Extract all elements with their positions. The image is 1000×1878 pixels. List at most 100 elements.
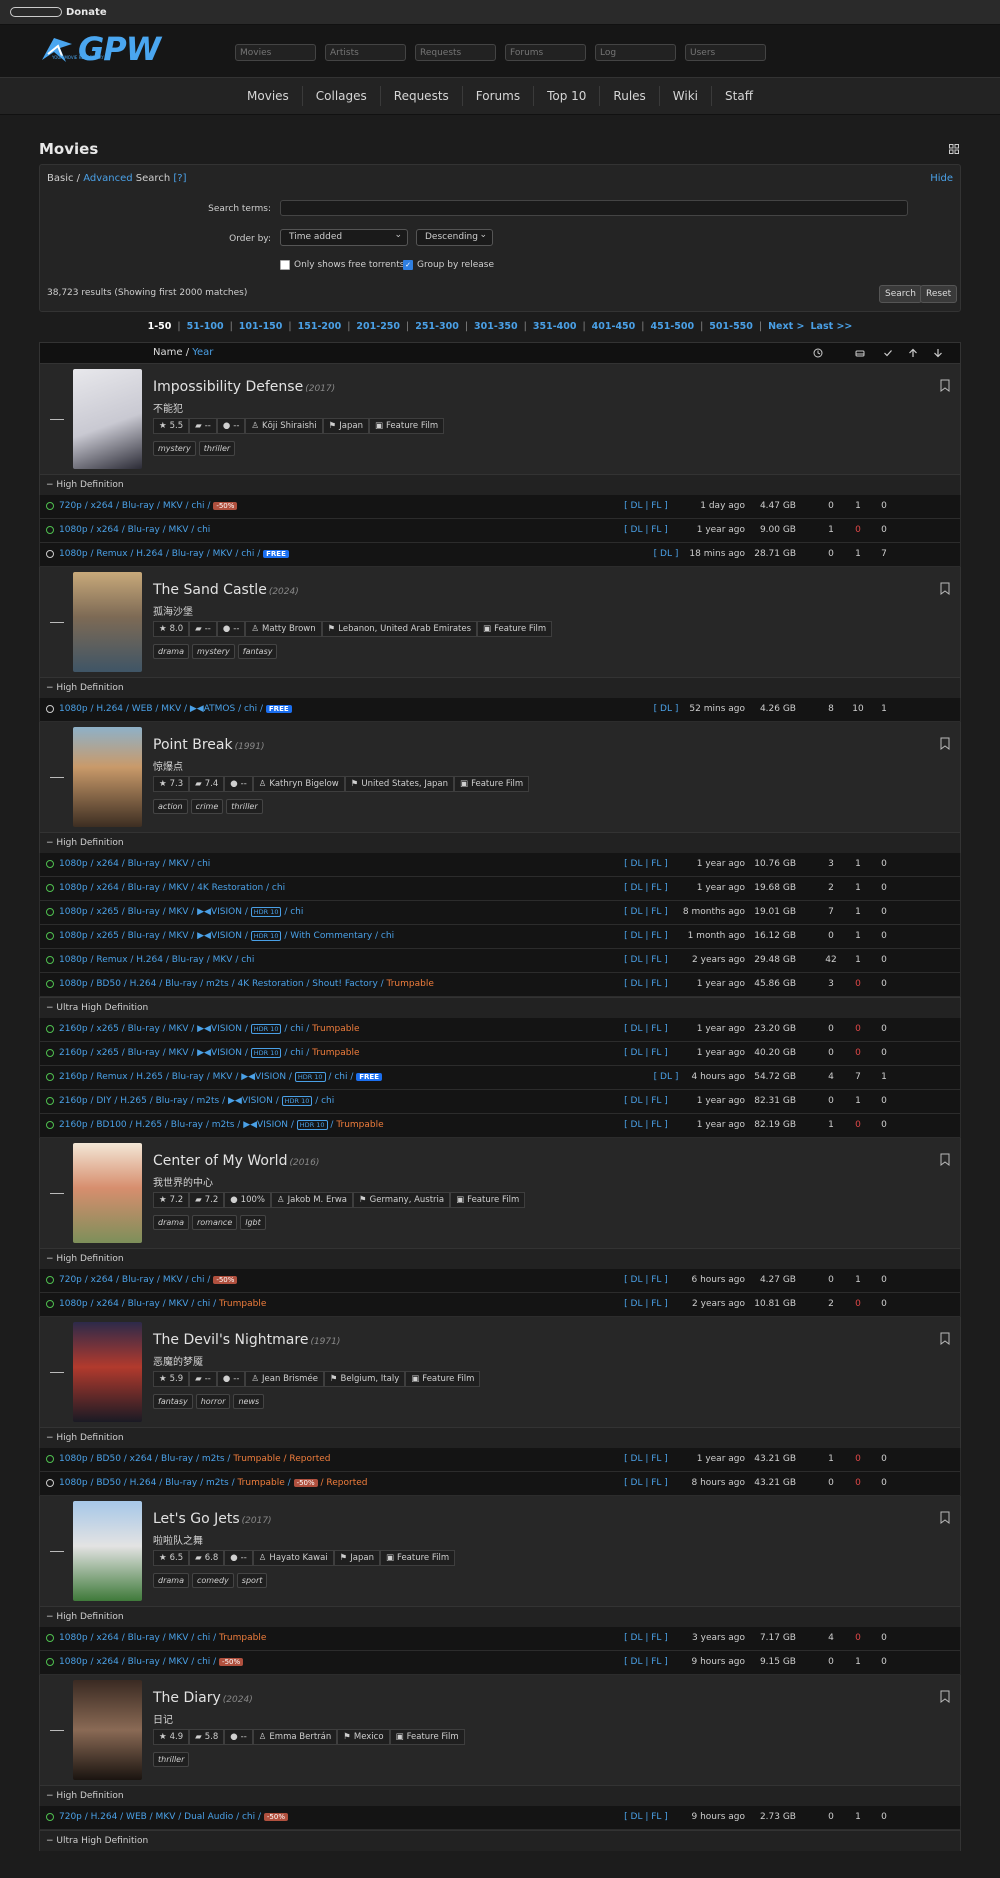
order-by-select[interactable]: Time added xyxy=(280,229,408,246)
page-link[interactable]: 401-450 xyxy=(592,321,636,332)
movie-title-text[interactable]: Let's Go Jets xyxy=(153,1511,240,1527)
movie-poster[interactable] xyxy=(73,572,142,672)
country[interactable]: ⚑ Lebanon, United Arab Emirates xyxy=(321,621,478,637)
movie-title[interactable]: Impossibility Defense (2017) xyxy=(153,379,335,395)
director[interactable]: ♙ Hayato Kawai xyxy=(252,1550,334,1566)
director[interactable]: ♙ Kathryn Bigelow xyxy=(252,776,345,792)
donate-link[interactable]: Donate xyxy=(66,7,107,18)
group-release-box[interactable]: ✓ xyxy=(403,260,413,270)
movie-title[interactable]: The Sand Castle (2024) xyxy=(153,582,299,598)
torrent-format[interactable]: 1080p / x264 / Blu-ray / MKV / chi / xyxy=(59,1657,219,1667)
free-only-checkbox[interactable]: Only shows free torrents xyxy=(280,260,404,270)
torrent-name[interactable]: 720p / H.264 / WEB / MKV / Dual Audio / … xyxy=(59,1812,288,1822)
torrent-format[interactable]: 720p / H.264 / WEB / MKV / Dual Audio / … xyxy=(59,1812,264,1822)
movie-poster[interactable] xyxy=(73,1143,142,1243)
torrent-format[interactable]: 1080p / x265 / Blu-ray / MKV / ▶◀VISION … xyxy=(59,931,251,941)
collapse-icon[interactable]: − xyxy=(46,683,56,693)
director[interactable]: ♙ Jean Brismée xyxy=(245,1371,324,1387)
tag[interactable]: drama xyxy=(153,1215,189,1230)
collapse-toggle[interactable] xyxy=(50,622,64,623)
grid-view-icon[interactable] xyxy=(949,144,959,154)
torrent-format[interactable]: 1080p / Remux / H.264 / Blu-ray / MKV / … xyxy=(59,549,263,559)
tag[interactable]: mystery xyxy=(191,644,235,659)
collapse-icon[interactable]: − xyxy=(46,1254,56,1264)
nav-wiki[interactable]: Wiki xyxy=(660,86,713,106)
nav-requests[interactable]: Requests xyxy=(381,86,463,106)
torrent-name[interactable]: 1080p / Remux / H.264 / Blu-ray / MKV / … xyxy=(59,549,289,559)
movie-poster[interactable] xyxy=(73,1322,142,1422)
resolution-group[interactable]: − High Definition xyxy=(39,474,961,495)
movie-title-text[interactable]: The Devil's Nightmare xyxy=(153,1332,308,1348)
torrent-name[interactable]: 720p / x264 / Blu-ray / MKV / chi / -50% xyxy=(59,1275,238,1285)
nav-rules[interactable]: Rules xyxy=(600,86,660,106)
torrent-format[interactable]: 720p / x264 / Blu-ray / MKV / chi / xyxy=(59,1275,213,1285)
quick-search-forums[interactable] xyxy=(505,44,586,61)
nav-staff[interactable]: Staff xyxy=(712,86,766,106)
director[interactable]: ♙ Kōji Shiraishi xyxy=(245,418,323,434)
movie-title[interactable]: The Devil's Nightmare (1971) xyxy=(153,1332,340,1348)
tag[interactable]: thriller xyxy=(226,799,263,814)
torrent-format[interactable]: 720p / x264 / Blu-ray / MKV / chi / xyxy=(59,501,213,511)
torrent-format[interactable]: 1080p / x264 / Blu-ray / MKV / chi / xyxy=(59,1633,219,1643)
collapse-toggle[interactable] xyxy=(50,1551,64,1552)
page-link[interactable]: 201-250 xyxy=(356,321,400,332)
torrent-name[interactable]: 1080p / BD50 / H.264 / Blu-ray / m2ts / … xyxy=(59,979,434,989)
resolution-group[interactable]: − High Definition xyxy=(39,1248,961,1269)
movie-poster[interactable] xyxy=(73,1680,142,1780)
tag[interactable]: fantasy xyxy=(237,644,278,659)
country[interactable]: ⚑ Germany, Austria xyxy=(353,1192,451,1208)
page-next[interactable]: Next > xyxy=(768,321,804,332)
tag[interactable]: drama xyxy=(153,1573,189,1588)
movie-title[interactable]: The Diary (2024) xyxy=(153,1690,253,1706)
torrent-name[interactable]: 2160p / DIY / H.265 / Blu-ray / m2ts / ▶… xyxy=(59,1096,334,1106)
torrent-name[interactable]: 2160p / BD100 / H.265 / Blu-ray / m2ts /… xyxy=(59,1120,384,1130)
country[interactable]: ⚑ Mexico xyxy=(337,1729,390,1745)
torrent-format-extra[interactable]: / chi xyxy=(281,907,303,917)
torrent-name[interactable]: 1080p / H.264 / WEB / MKV / ▶◀ATMOS / ch… xyxy=(59,704,292,714)
torrent-name[interactable]: 1080p / x264 / Blu-ray / MKV / chi xyxy=(59,859,210,869)
nav-forums[interactable]: Forums xyxy=(463,86,535,106)
movie-title-text[interactable]: Impossibility Defense xyxy=(153,379,303,395)
movie-title-text[interactable]: Point Break xyxy=(153,737,233,753)
sort-name[interactable]: Name xyxy=(153,347,183,358)
torrent-format[interactable]: 1080p / x264 / Blu-ray / MKV / chi xyxy=(59,525,210,535)
torrent-format[interactable]: 1080p / x264 / Blu-ray / MKV / chi / xyxy=(59,1299,219,1309)
torrent-format[interactable]: 1080p / x264 / Blu-ray / MKV / chi xyxy=(59,859,210,869)
torrent-format[interactable]: 2160p / DIY / H.265 / Blu-ray / m2ts / ▶… xyxy=(59,1096,282,1106)
seeders-icon[interactable] xyxy=(908,348,918,358)
resolution-group[interactable]: − Ultra High Definition xyxy=(39,997,961,1018)
torrent-name[interactable]: 1080p / x264 / Blu-ray / MKV / chi / Tru… xyxy=(59,1633,266,1643)
nav-top-10[interactable]: Top 10 xyxy=(534,86,601,106)
page-link[interactable]: 301-350 xyxy=(474,321,518,332)
collapse-toggle[interactable] xyxy=(50,1193,64,1194)
tag[interactable]: thriller xyxy=(198,441,236,456)
bookmark-icon[interactable] xyxy=(940,737,950,750)
tag[interactable]: fantasy xyxy=(153,1394,193,1409)
torrent-format-extra[interactable]: / chi / xyxy=(326,1072,357,1082)
resolution-group[interactable]: − Ultra High Definition xyxy=(39,1830,961,1851)
tag[interactable]: sport xyxy=(236,1573,268,1588)
torrent-name[interactable]: 1080p / x264 / Blu-ray / MKV / chi xyxy=(59,525,210,535)
collapse-icon[interactable]: − xyxy=(46,1612,56,1622)
torrent-format[interactable]: 2160p / BD100 / H.265 / Blu-ray / m2ts /… xyxy=(59,1120,297,1130)
country[interactable]: ⚑ United States, Japan xyxy=(344,776,455,792)
torrent-format[interactable]: 2160p / x265 / Blu-ray / MKV / ▶◀VISION … xyxy=(59,1048,251,1058)
collapse-icon[interactable]: − xyxy=(46,838,56,848)
movie-title-text[interactable]: The Sand Castle xyxy=(153,582,267,598)
page-link[interactable]: 351-400 xyxy=(533,321,577,332)
search-terms-input[interactable] xyxy=(280,200,908,216)
tag[interactable]: thriller xyxy=(153,1752,190,1767)
bookmark-icon[interactable] xyxy=(940,1153,950,1166)
torrent-name[interactable]: 720p / x264 / Blu-ray / MKV / chi / -50% xyxy=(59,501,238,511)
group-release-checkbox[interactable]: ✓ Group by release xyxy=(403,260,494,270)
resolution-group[interactable]: − High Definition xyxy=(39,677,961,698)
size-icon[interactable] xyxy=(855,348,865,358)
bookmark-icon[interactable] xyxy=(940,1690,950,1703)
tag[interactable]: lgbt xyxy=(240,1215,266,1230)
search-button[interactable]: Search xyxy=(879,285,922,303)
resolution-group[interactable]: − High Definition xyxy=(39,1606,961,1627)
tag[interactable]: mystery xyxy=(153,441,196,456)
tag[interactable]: action xyxy=(153,799,188,814)
quick-search-movies[interactable] xyxy=(235,44,316,61)
quick-search-artists[interactable] xyxy=(325,44,406,61)
